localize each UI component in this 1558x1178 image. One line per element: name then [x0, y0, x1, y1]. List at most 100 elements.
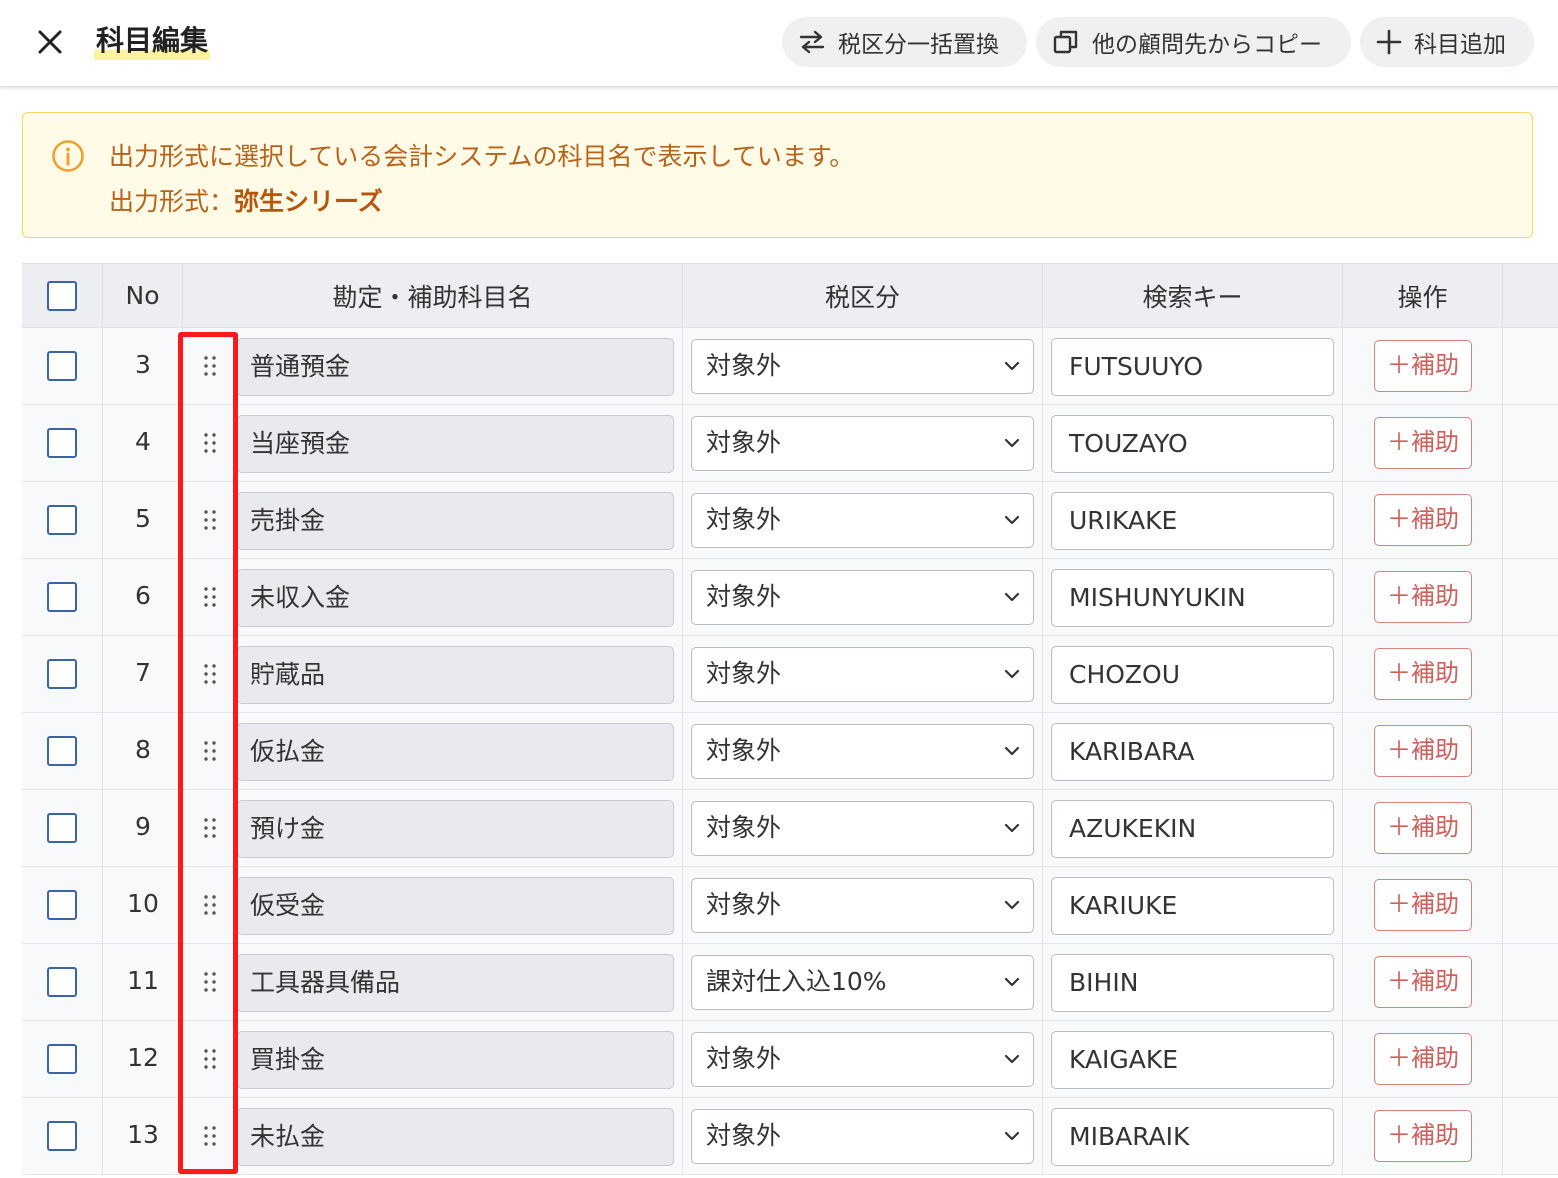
row-checkbox[interactable] [47, 351, 77, 381]
chevron-down-icon [1004, 592, 1020, 602]
account-name-field[interactable]: 普通預金 [237, 338, 674, 396]
tax-cell: 対象外 [683, 1098, 1043, 1174]
no-cell: 10 [103, 867, 183, 943]
tax-cell: 課対仕入込10% [683, 944, 1043, 1020]
close-icon[interactable] [32, 24, 68, 60]
tax-select[interactable]: 対象外 [691, 1032, 1034, 1087]
banner-message: 出力形式に選択している会計システムの科目名で表示しています。 [109, 142, 855, 171]
add-sub-account-button[interactable]: ＋補助 [1374, 956, 1472, 1008]
search-key-input[interactable]: KARIUKE [1051, 877, 1334, 935]
tax-select-value: 対象外 [706, 351, 782, 380]
account-name-field[interactable]: 当座預金 [237, 415, 674, 473]
row-number: 6 [135, 581, 151, 610]
add-sub-account-button[interactable]: ＋補助 [1374, 1033, 1472, 1085]
row-checkbox[interactable] [47, 890, 77, 920]
tax-select[interactable]: 課対仕入込10% [691, 955, 1034, 1010]
add-sub-account-button[interactable]: ＋補助 [1374, 725, 1472, 777]
row-checkbox[interactable] [47, 1121, 77, 1151]
search-key-input[interactable]: AZUKEKIN [1051, 800, 1334, 858]
banner-format: 出力形式：弥生シリーズ [109, 182, 383, 218]
row-checkbox[interactable] [47, 736, 77, 766]
add-sub-account-button[interactable]: ＋補助 [1374, 417, 1472, 469]
drag-handle-icon[interactable] [202, 970, 218, 998]
search-key-input[interactable]: KAIGAKE [1051, 1031, 1334, 1089]
add-sub-account-button[interactable]: ＋補助 [1374, 879, 1472, 931]
drag-handle-icon[interactable] [202, 739, 218, 767]
account-name-field[interactable]: 工具器具備品 [237, 954, 674, 1012]
tax-select[interactable]: 対象外 [691, 570, 1034, 625]
tax-bulk-replace-button[interactable]: 税区分一括置換 [782, 17, 1027, 67]
add-sub-account-button[interactable]: ＋補助 [1374, 1110, 1472, 1162]
add-sub-account-button[interactable]: ＋補助 [1374, 340, 1472, 392]
header-checkbox-cell [22, 264, 103, 327]
header-tax: 税区分 [683, 264, 1043, 327]
row-checkbox[interactable] [47, 813, 77, 843]
header-search-key: 検索キー [1043, 264, 1343, 327]
copy-from-client-button[interactable]: 他の顧問先からコピー [1036, 17, 1351, 67]
row-checkbox[interactable] [47, 505, 77, 535]
table-header: No 勘定・補助科目名 税区分 検索キー 操作 [22, 263, 1558, 328]
header-account-name: 勘定・補助科目名 [183, 264, 683, 327]
drag-handle-icon[interactable] [202, 816, 218, 844]
add-sub-account-button[interactable]: ＋補助 [1374, 648, 1472, 700]
search-key-input[interactable]: FUTSUUYO [1051, 338, 1334, 396]
checkbox-cell [22, 1021, 103, 1097]
checkbox-cell [22, 790, 103, 866]
search-key-input[interactable]: BIHIN [1051, 954, 1334, 1012]
tax-select[interactable]: 対象外 [691, 416, 1034, 471]
account-name-field[interactable]: 未払金 [237, 1108, 674, 1166]
account-name-field[interactable]: 仮受金 [237, 877, 674, 935]
add-account-button[interactable]: 科目追加 [1360, 17, 1534, 67]
chevron-down-icon [1004, 823, 1020, 833]
row-checkbox[interactable] [47, 1044, 77, 1074]
account-name-field[interactable]: 買掛金 [237, 1031, 674, 1089]
drag-handle-icon[interactable] [202, 1047, 218, 1075]
search-key-input[interactable]: CHOZOU [1051, 646, 1334, 704]
select-all-checkbox[interactable] [47, 280, 77, 311]
drag-handle-icon[interactable] [202, 508, 218, 536]
account-name-field[interactable]: 仮払金 [237, 723, 674, 781]
tax-select[interactable]: 対象外 [691, 724, 1034, 779]
checkbox-cell [22, 867, 103, 943]
tax-select[interactable]: 対象外 [691, 801, 1034, 856]
tax-select[interactable]: 対象外 [691, 493, 1034, 548]
search-key-input[interactable]: MIBARAIK [1051, 1108, 1334, 1166]
tax-select[interactable]: 対象外 [691, 1109, 1034, 1164]
row-number: 5 [135, 504, 151, 533]
account-name-cell: 売掛金 [183, 482, 683, 558]
drag-handle-icon[interactable] [202, 1124, 218, 1152]
checkbox-cell [22, 405, 103, 481]
drag-handle-icon[interactable] [202, 354, 218, 382]
operations-cell: ＋補助 [1343, 482, 1503, 558]
tax-cell: 対象外 [683, 790, 1043, 866]
search-key-input[interactable]: TOUZAYO [1051, 415, 1334, 473]
tax-select[interactable]: 対象外 [691, 878, 1034, 933]
tax-cell: 対象外 [683, 405, 1043, 481]
search-key-cell: URIKAKE [1043, 482, 1343, 558]
add-sub-account-button[interactable]: ＋補助 [1374, 802, 1472, 854]
tax-select[interactable]: 対象外 [691, 647, 1034, 702]
row-checkbox[interactable] [47, 967, 77, 997]
row-checkbox[interactable] [47, 428, 77, 458]
account-name-cell: 未払金 [183, 1098, 683, 1174]
add-sub-account-button[interactable]: ＋補助 [1374, 571, 1472, 623]
search-key-input[interactable]: MISHUNYUKIN [1051, 569, 1334, 627]
drag-handle-icon[interactable] [202, 431, 218, 459]
drag-handle-icon[interactable] [202, 662, 218, 690]
operations-cell: ＋補助 [1343, 713, 1503, 789]
search-key-input[interactable]: KARIBARA [1051, 723, 1334, 781]
row-checkbox[interactable] [47, 582, 77, 612]
account-name-field[interactable]: 預け金 [237, 800, 674, 858]
search-key-input[interactable]: URIKAKE [1051, 492, 1334, 550]
add-sub-account-button[interactable]: ＋補助 [1374, 494, 1472, 546]
row-checkbox[interactable] [47, 659, 77, 689]
drag-handle-icon[interactable] [202, 893, 218, 921]
account-name-field[interactable]: 未収入金 [237, 569, 674, 627]
drag-handle-icon[interactable] [202, 585, 218, 613]
tax-select[interactable]: 対象外 [691, 339, 1034, 394]
row-number: 13 [127, 1120, 159, 1149]
row-number: 10 [127, 889, 159, 918]
account-name-field[interactable]: 売掛金 [237, 492, 674, 550]
account-name-field[interactable]: 貯蔵品 [237, 646, 674, 704]
tax-cell: 対象外 [683, 867, 1043, 943]
